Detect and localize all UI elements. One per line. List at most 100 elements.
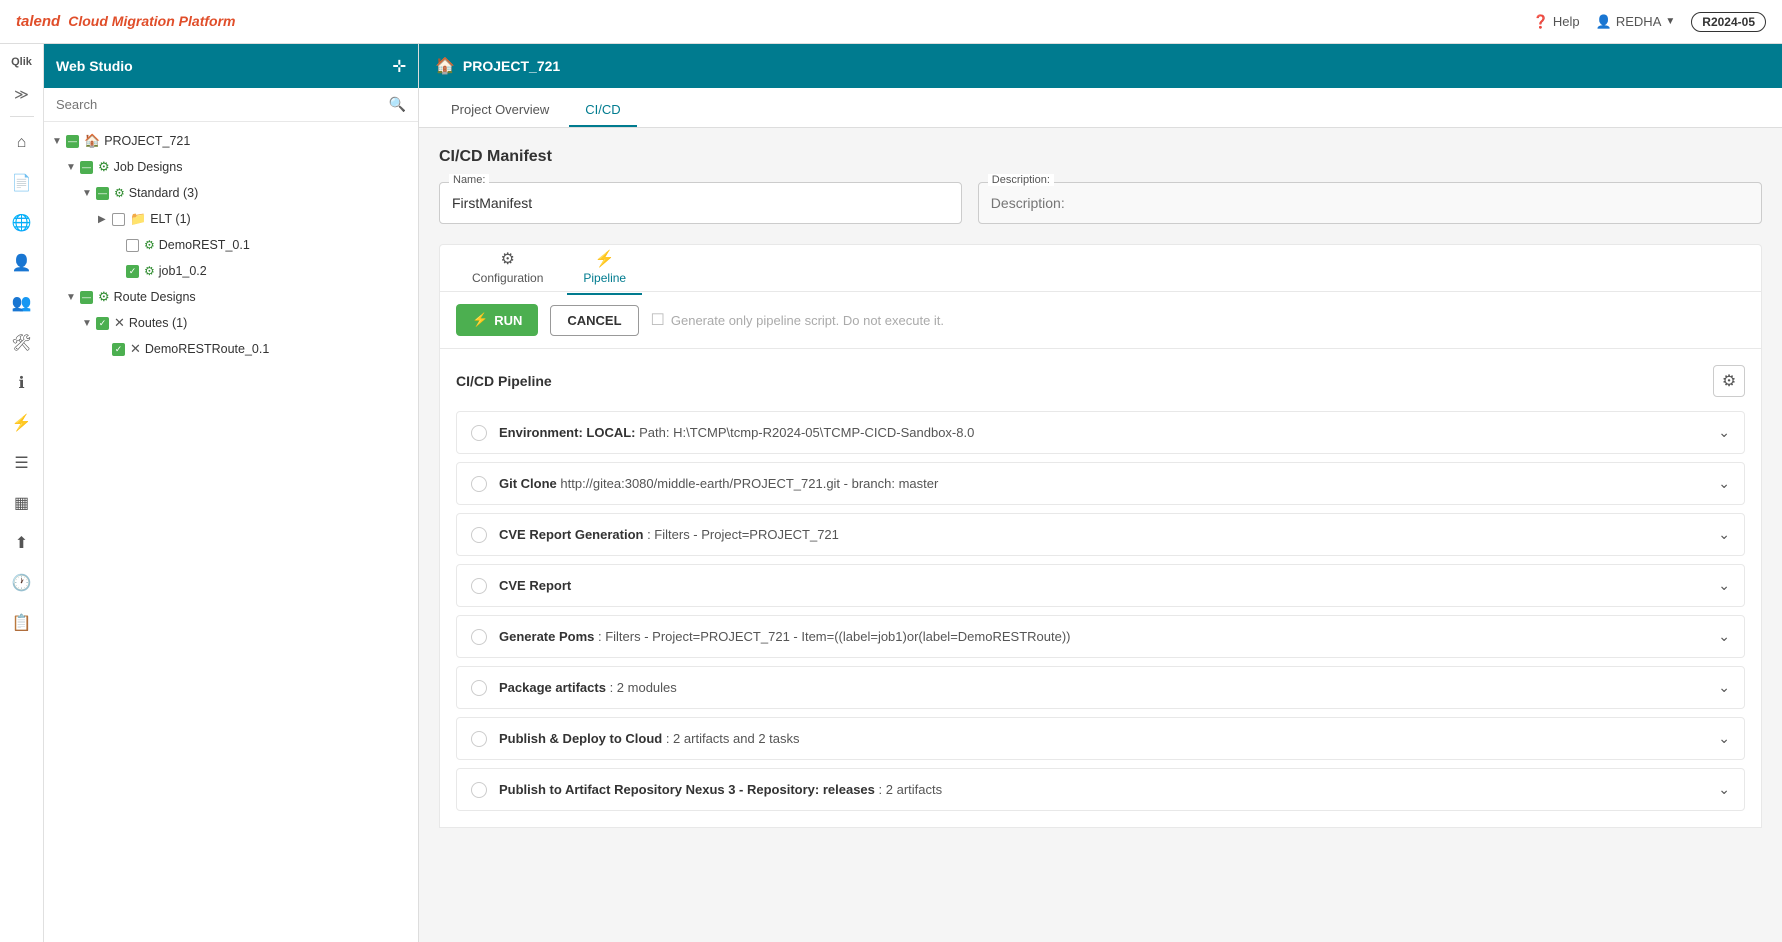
main-layout: Qlik ≫ ⌂ 📄 🌐 👤 👥 🛠 ℹ ⚡ ☰ ▦ ⬆ 🕐 📋 Web Stu… <box>0 44 1782 942</box>
tree-checkbox-job1[interactable] <box>126 265 139 278</box>
sub-tab-pipeline-label: Pipeline <box>583 271 626 285</box>
user-label: REDHA <box>1616 14 1662 29</box>
sidebar-nav-lightning[interactable]: ⚡ <box>4 405 40 441</box>
tabs-bar: Project Overview CI/CD <box>419 88 1782 128</box>
version-badge[interactable]: R2024-05 <box>1691 12 1766 32</box>
tree-check-jobdesigns[interactable] <box>80 160 94 174</box>
tab-project-overview[interactable]: Project Overview <box>435 94 565 127</box>
pipeline-item-text-package-artifacts: Package artifacts : 2 modules <box>499 680 1718 695</box>
tree-checkbox-standard[interactable] <box>96 187 109 200</box>
tree-checkbox-routedesigns[interactable] <box>80 291 93 304</box>
qlik-logo: Qlik <box>11 52 32 76</box>
pipeline-item-publish-nexus[interactable]: Publish to Artifact Repository Nexus 3 -… <box>456 768 1745 811</box>
tree-check-standard[interactable] <box>96 186 110 200</box>
cancel-button[interactable]: CANCEL <box>550 305 638 336</box>
run-button[interactable]: ⚡ RUN <box>456 304 538 336</box>
project-header: 🏠 PROJECT_721 <box>419 44 1782 88</box>
pipeline-section: CI/CD Pipeline ⚙ Environment: LOCAL: Pat… <box>439 349 1762 828</box>
search-input[interactable] <box>56 97 383 112</box>
pipeline-item-cve-gen[interactable]: CVE Report Generation : Filters - Projec… <box>456 513 1745 556</box>
sidebar-nav-globe[interactable]: 🌐 <box>4 205 40 241</box>
tree-check-routedesigns[interactable] <box>80 290 94 304</box>
search-bar: 🔍 <box>44 88 418 122</box>
tree-arrow-routes: ▼ <box>82 318 96 329</box>
tree-check-routes[interactable] <box>96 316 110 330</box>
generate-text: ☐ Generate only pipeline script. Do not … <box>651 310 945 330</box>
tree-label-job1: job1_0.2 <box>159 264 410 278</box>
tree-checkbox-elt[interactable] <box>112 213 125 226</box>
tree-item-elt[interactable]: ▶ 📁 ELT (1) <box>44 206 418 232</box>
tree-checkbox-demorest[interactable] <box>126 239 139 252</box>
sub-tab-configuration[interactable]: ⚙ Configuration <box>456 241 559 295</box>
tree-icon-standard: ⚙ <box>114 186 125 200</box>
tree-check-elt[interactable] <box>112 212 126 226</box>
tree-label-jobdesigns: Job Designs <box>114 160 410 174</box>
pipeline-item-cve-report[interactable]: CVE Report ⌄ <box>456 564 1745 607</box>
tab-cicd[interactable]: CI/CD <box>569 94 636 127</box>
sidebar-nav-clock[interactable]: 🕐 <box>4 565 40 601</box>
sidebar-header-actions[interactable]: ⊹ <box>393 56 406 76</box>
pipeline-item-publish-deploy[interactable]: Publish & Deploy to Cloud : 2 artifacts … <box>456 717 1745 760</box>
pipeline-item-text-git-clone: Git Clone http://gitea:3080/middle-earth… <box>499 476 1718 491</box>
tree-label-project: PROJECT_721 <box>104 134 410 148</box>
run-label: RUN <box>494 313 522 328</box>
cicd-section-title: CI/CD Manifest <box>439 148 1762 166</box>
sidebar-nav-grid[interactable]: ▦ <box>4 485 40 521</box>
topbar: talend Cloud Migration Platform ❓ Help 👤… <box>0 0 1782 44</box>
tree-arrow-jobdesigns: ▼ <box>66 162 80 173</box>
tree-checkbox-jobdesigns[interactable] <box>80 161 93 174</box>
tree-item-job1[interactable]: ▶ ⚙ job1_0.2 <box>44 258 418 284</box>
tree-icon-demorest: ⚙ <box>144 238 155 252</box>
tree-item-routedesigns[interactable]: ▼ ⚙ Route Designs <box>44 284 418 310</box>
name-input[interactable] <box>439 182 962 224</box>
tree-checkbox-demorestroute[interactable] <box>112 343 125 356</box>
tree-icon-routedesigns: ⚙ <box>98 289 110 305</box>
help-button[interactable]: ❓ Help <box>1533 14 1580 30</box>
pipeline-item-generate-poms[interactable]: Generate Poms : Filters - Project=PROJEC… <box>456 615 1745 658</box>
sidebar-nav-user[interactable]: 👤 <box>4 245 40 281</box>
tree-check-project[interactable] <box>66 134 80 148</box>
sub-tab-pipeline[interactable]: ⚡ Pipeline <box>567 241 642 295</box>
project-header-title: PROJECT_721 <box>463 58 560 74</box>
sidebar-nav-document[interactable]: 📄 <box>4 165 40 201</box>
tree-label-routedesigns: Route Designs <box>114 290 410 304</box>
user-button[interactable]: 👤 REDHA ▼ <box>1596 14 1676 30</box>
sidebar-nav-tools[interactable]: 🛠 <box>4 325 40 361</box>
tree-item-demorest[interactable]: ▶ ⚙ DemoREST_0.1 <box>44 232 418 258</box>
pipeline-item-git-clone[interactable]: Git Clone http://gitea:3080/middle-earth… <box>456 462 1745 505</box>
pipeline-item-text-cve-gen: CVE Report Generation : Filters - Projec… <box>499 527 1718 542</box>
description-input[interactable] <box>978 182 1762 224</box>
sidebar-nav-upload[interactable]: ⬆ <box>4 525 40 561</box>
pipeline-settings-button[interactable]: ⚙ <box>1713 365 1745 397</box>
brand-talend: talend <box>16 13 60 30</box>
sidebar-nav-users[interactable]: 👥 <box>4 285 40 321</box>
topbar-left: talend Cloud Migration Platform <box>16 13 235 30</box>
chevron-icon-git-clone: ⌄ <box>1718 475 1730 492</box>
expand-sidebar-button[interactable]: ≫ <box>6 80 38 108</box>
tree-item-demorestroute[interactable]: ▶ ✕ DemoRESTRoute_0.1 <box>44 336 418 362</box>
chevron-icon-package-artifacts: ⌄ <box>1718 679 1730 696</box>
tree-checkbox-project[interactable] <box>66 135 79 148</box>
tree-icon-routes: ✕ <box>114 315 125 331</box>
tree-icon-jobdesigns: ⚙ <box>98 159 110 175</box>
pipeline-radio-env-local <box>471 425 487 441</box>
pipeline-item-text-publish-deploy: Publish & Deploy to Cloud : 2 artifacts … <box>499 731 1718 746</box>
tree-check-demorest[interactable] <box>126 238 140 252</box>
sidebar-nav-info[interactable]: ℹ <box>4 365 40 401</box>
tree-item-routes[interactable]: ▼ ✕ Routes (1) <box>44 310 418 336</box>
chevron-down-icon: ▼ <box>1665 16 1675 27</box>
tree-check-job1[interactable] <box>126 264 140 278</box>
sidebar-nav-report[interactable]: 📋 <box>4 605 40 641</box>
sidebar-nav-home[interactable]: ⌂ <box>4 125 40 161</box>
run-icon: ⚡ <box>472 312 488 328</box>
tree-area: ▼ 🏠 PROJECT_721 ▼ ⚙ Job Designs ▼ <box>44 122 418 942</box>
tree-check-demorestroute[interactable] <box>112 342 126 356</box>
pipeline-item-env-local[interactable]: Environment: LOCAL: Path: H:\TCMP\tcmp-R… <box>456 411 1745 454</box>
sidebar-nav-list[interactable]: ☰ <box>4 445 40 481</box>
tree-item-project[interactable]: ▼ 🏠 PROJECT_721 <box>44 128 418 154</box>
pipeline-radio-generate-poms <box>471 629 487 645</box>
pipeline-item-package-artifacts[interactable]: Package artifacts : 2 modules ⌄ <box>456 666 1745 709</box>
tree-checkbox-routes[interactable] <box>96 317 109 330</box>
tree-item-jobdesigns[interactable]: ▼ ⚙ Job Designs <box>44 154 418 180</box>
tree-item-standard[interactable]: ▼ ⚙ Standard (3) <box>44 180 418 206</box>
